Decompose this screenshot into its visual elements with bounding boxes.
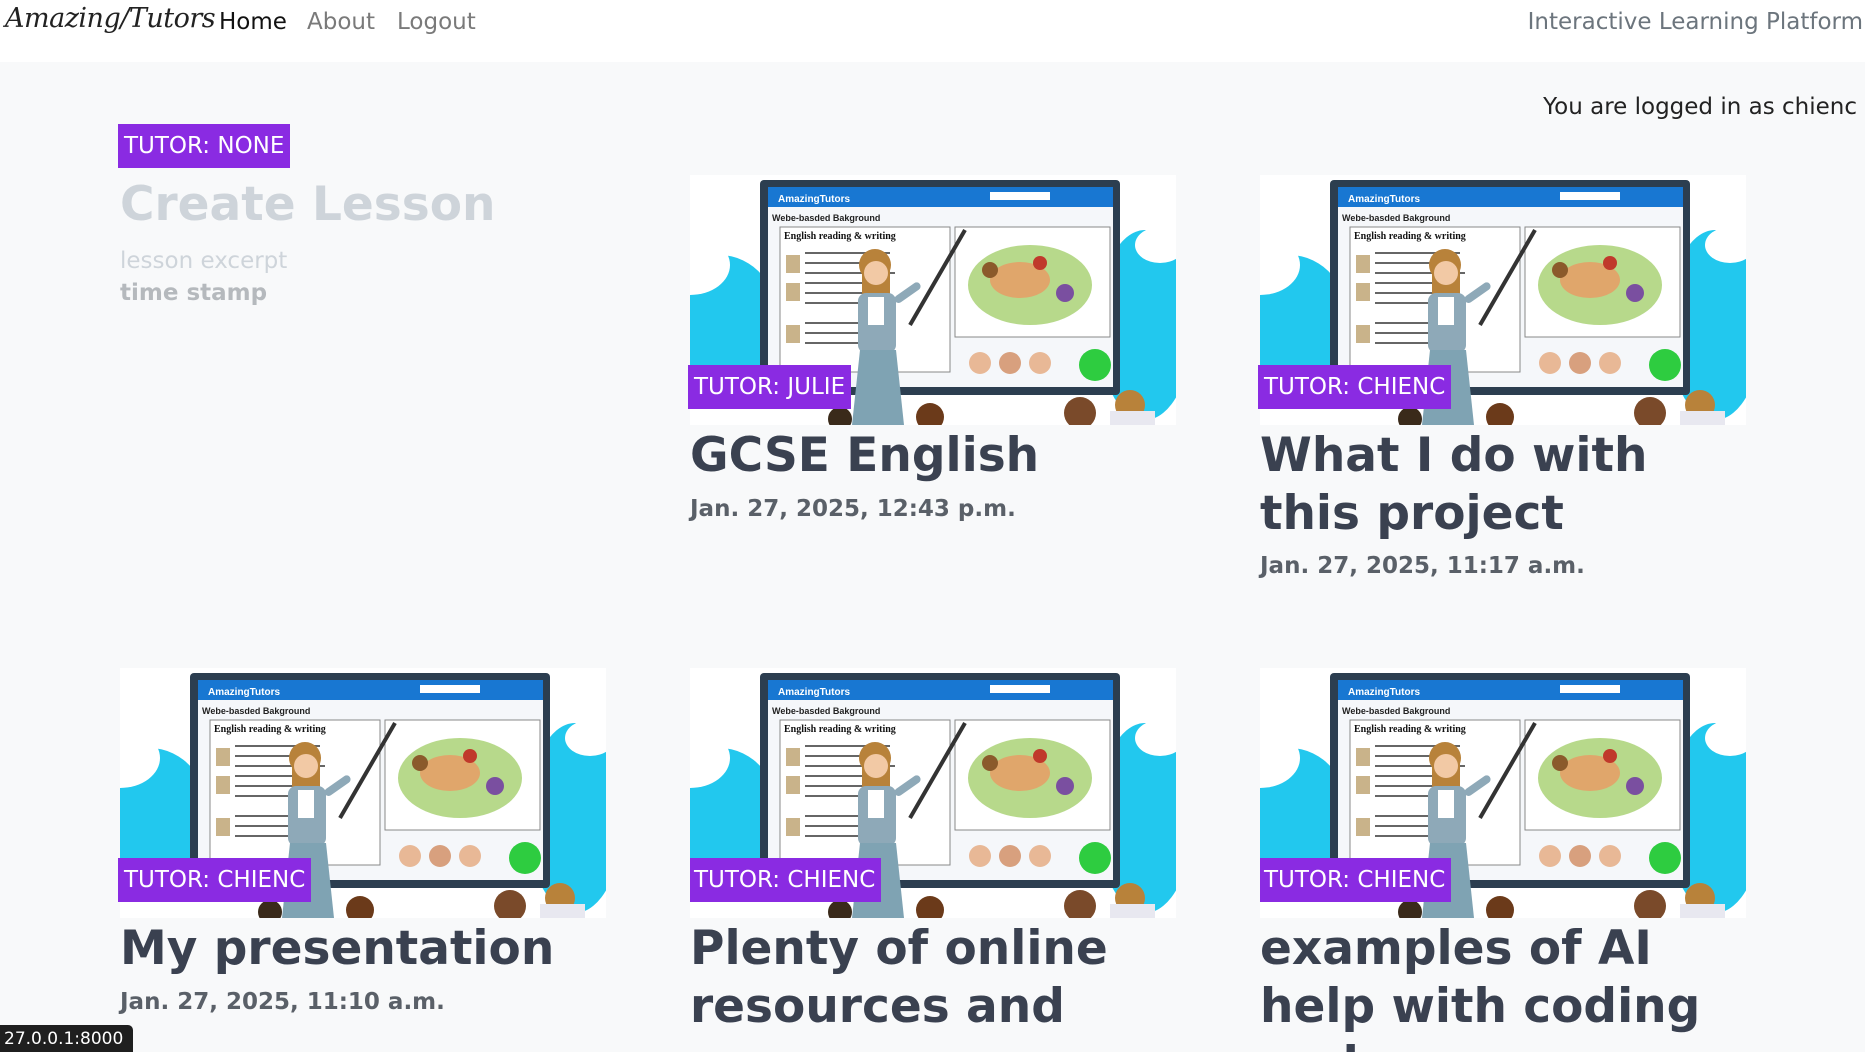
- svg-text:Webe-basded Bakground: Webe-basded Bakground: [772, 706, 880, 716]
- lesson-card[interactable]: AmazingTutors Webe-basded Bakground Engl…: [1260, 668, 1750, 1052]
- brand-logo[interactable]: Amazing/Tutors: [5, 3, 216, 34]
- tutor-badge: TUTOR: JULIE: [688, 365, 852, 409]
- svg-text:English reading & writing: English reading & writing: [784, 724, 896, 735]
- create-lesson-title[interactable]: Create Lesson: [120, 176, 610, 234]
- svg-text:AmazingTutors: AmazingTutors: [208, 687, 280, 698]
- lesson-title[interactable]: Plenty of online resources and: [690, 920, 1180, 1036]
- tutor-badge: TUTOR: NONE: [118, 124, 291, 168]
- svg-text:AmazingTutors: AmazingTutors: [1348, 194, 1420, 205]
- logged-in-status: You are logged in as chienc: [1543, 94, 1857, 120]
- svg-text:Webe-basded Bakground: Webe-basded Bakground: [1342, 213, 1450, 223]
- platform-tagline: Interactive Learning Platform: [1527, 9, 1863, 35]
- lesson-date: Jan. 27, 2025, 11:10 a.m.: [120, 989, 445, 1015]
- lesson-title[interactable]: What I do with this project: [1260, 427, 1750, 543]
- status-bar-url: 27.0.0.1:8000: [0, 1025, 134, 1052]
- lesson-card[interactable]: AmazingTutors Webe-basded Bakground Engl…: [1258, 175, 1750, 595]
- navbar: Amazing/Tutors Home About Logout Interac…: [0, 0, 1865, 62]
- lesson-timestamp: time stamp: [120, 280, 268, 306]
- lesson-date: Jan. 27, 2025, 11:17 a.m.: [1260, 553, 1585, 579]
- svg-text:English reading & writing: English reading & writing: [1354, 231, 1466, 242]
- svg-text:Webe-basded Bakground: Webe-basded Bakground: [1342, 706, 1450, 716]
- nav-home-link[interactable]: Home: [219, 9, 287, 35]
- svg-text:AmazingTutors: AmazingTutors: [1348, 687, 1420, 698]
- lesson-title[interactable]: examples of AI help with coding and: [1260, 920, 1750, 1052]
- svg-text:English reading & writing: English reading & writing: [784, 231, 896, 242]
- lesson-card[interactable]: AmazingTutors Webe-basded Bakground Engl…: [690, 668, 1180, 1052]
- svg-text:AmazingTutors: AmazingTutors: [778, 194, 850, 205]
- lesson-date: Jan. 27, 2025, 12:43 p.m.: [690, 496, 1016, 522]
- tutor-badge: TUTOR: CHIENC: [118, 858, 312, 902]
- nav-logout-link[interactable]: Logout: [397, 9, 476, 35]
- svg-text:English reading & writing: English reading & writing: [1354, 724, 1466, 735]
- create-lesson-card[interactable]: TUTOR: NONE Create Lesson lesson excerpt…: [118, 124, 610, 324]
- svg-text:English reading & writing: English reading & writing: [214, 724, 326, 735]
- tutor-badge: TUTOR: CHIENC: [1260, 858, 1452, 902]
- nav-about-link[interactable]: About: [307, 9, 375, 35]
- lesson-title[interactable]: My presentation: [120, 920, 610, 978]
- lesson-card[interactable]: AmazingTutors Webe-basded Bakground Engl…: [688, 175, 1180, 535]
- svg-text:AmazingTutors: AmazingTutors: [778, 687, 850, 698]
- lesson-title[interactable]: GCSE English: [690, 427, 1180, 485]
- lesson-card[interactable]: AmazingTutors Webe-basded Bakground Engl…: [118, 668, 610, 1028]
- svg-text:Webe-basded Bakground: Webe-basded Bakground: [772, 213, 880, 223]
- tutor-badge: TUTOR: CHIENC: [690, 858, 882, 902]
- tutor-badge: TUTOR: CHIENC: [1258, 365, 1452, 409]
- lesson-excerpt: lesson excerpt: [120, 248, 288, 274]
- svg-text:Webe-basded Bakground: Webe-basded Bakground: [202, 706, 310, 716]
